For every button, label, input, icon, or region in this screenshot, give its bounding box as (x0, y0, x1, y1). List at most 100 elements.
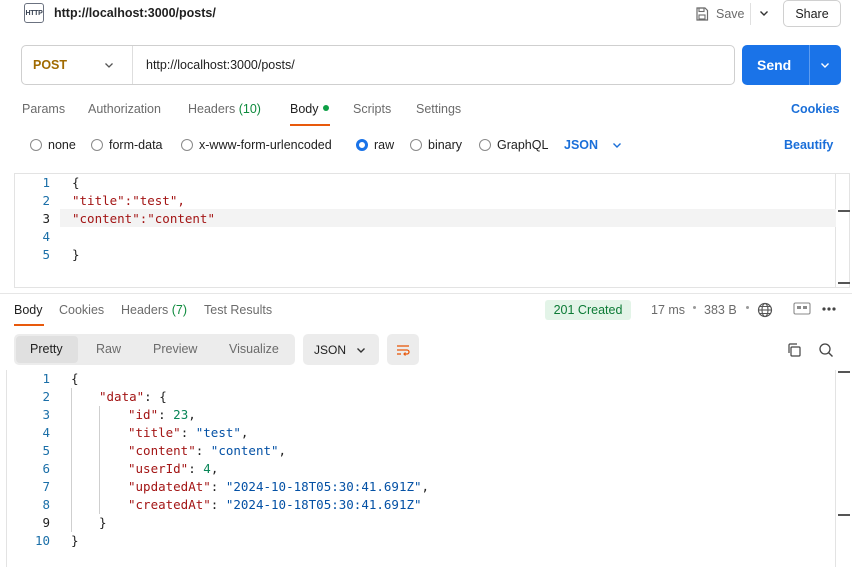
save-divider (750, 3, 751, 25)
json-key: "userId" (128, 461, 189, 476)
tab-label: Settings (416, 102, 462, 116)
request-title[interactable]: http://localhost:3000/posts/ (54, 6, 216, 20)
request-code[interactable]: 1 { 2 "title":"test", 3 "content":"content"… (12, 174, 215, 264)
view-mode-preview[interactable]: Preview (153, 342, 197, 356)
tab-label: Scripts (353, 102, 392, 116)
radio-button[interactable] (410, 139, 422, 151)
response-save-icon[interactable] (793, 302, 811, 316)
line-number: 3 (42, 211, 50, 226)
method-select[interactable]: POST (33, 58, 67, 72)
tab-body[interactable]: Body (290, 102, 329, 116)
body-format-select[interactable]: JSON (564, 138, 624, 152)
scrollbar-marker (838, 514, 850, 516)
beautify-button[interactable]: Beautify (784, 138, 833, 152)
body-type-binary[interactable]: binary (410, 138, 462, 152)
radio-button[interactable] (30, 139, 42, 151)
resp-tab-test-results[interactable]: Test Results (204, 303, 272, 317)
code-text: } (99, 515, 107, 530)
json-key: "updatedAt" (128, 479, 211, 494)
modified-dot (322, 105, 329, 111)
chevron-down-icon[interactable] (818, 58, 832, 72)
view-mode-visualize[interactable]: Visualize (229, 342, 279, 356)
json-value: "test" (195, 425, 241, 440)
save-icon (696, 7, 709, 21)
radio-label: GraphQL (497, 138, 549, 152)
body-type-raw[interactable]: raw (356, 138, 394, 152)
resp-tab-headers[interactable]: Headers (7) (121, 303, 187, 317)
code-text: { (72, 175, 80, 190)
tab-label: Headers (188, 102, 236, 116)
code-line: 4 "title": "test", (12, 424, 429, 442)
code-line: 5 "content": "content", (12, 442, 429, 460)
body-type-form-data[interactable]: form-data (91, 138, 163, 152)
line-number: 1 (42, 175, 50, 190)
radio-button[interactable] (479, 139, 491, 151)
share-button[interactable]: Share (783, 0, 841, 27)
chevron-down-icon[interactable] (757, 6, 771, 20)
line-number: 4 (42, 425, 50, 440)
radio-button[interactable] (91, 139, 103, 151)
tab-scripts[interactable]: Scripts (353, 102, 391, 116)
code-line: 2 "data": { (12, 388, 429, 406)
body-type-graphql[interactable]: GraphQL (479, 138, 548, 152)
headers-count: (10) (238, 102, 261, 116)
send-label[interactable]: Send (757, 57, 791, 73)
radio-label: form-data (109, 138, 163, 152)
tab-label: Headers (121, 303, 169, 317)
line-number: 5 (42, 247, 50, 262)
tab-label: Test Results (204, 303, 273, 317)
code-line: 3 "content":"content" (12, 210, 215, 228)
tab-params[interactable]: Params (22, 102, 65, 116)
code-line: 6 "userId": 4, (12, 460, 429, 478)
headers-count: (7) (171, 303, 188, 317)
response-code[interactable]: 1{ 2 "data": { 3 "id": 23, 4 "title": "test… (12, 370, 429, 550)
copy-icon[interactable] (786, 342, 802, 358)
resp-tab-body[interactable]: Body (14, 303, 43, 317)
cookies-link[interactable]: Cookies (791, 102, 840, 116)
line-number: 8 (42, 497, 50, 512)
radio-label: binary (428, 138, 463, 152)
response-size[interactable]: 383 B (704, 303, 737, 317)
code-text: "content":"content" (72, 211, 215, 226)
editor-border (6, 370, 7, 567)
code-line: 9} (12, 514, 429, 532)
tab-label: Authorization (88, 102, 161, 116)
search-icon[interactable] (818, 342, 834, 358)
code-line: 7 "updatedAt": "2024-10-18T05:30:41.691Z"… (12, 478, 429, 496)
resp-tab-cookies[interactable]: Cookies (59, 303, 104, 317)
url-input[interactable]: http://localhost:3000/posts/ (146, 58, 295, 72)
meta-separator-dot (693, 306, 696, 309)
body-type-none[interactable]: none (30, 138, 76, 152)
code-text: "title":"test", (72, 193, 185, 208)
json-key: "data" (99, 389, 145, 404)
chevron-down-icon (357, 348, 365, 353)
json-value: 23 (173, 407, 189, 422)
view-mode-pretty[interactable]: Pretty (30, 342, 63, 356)
chevron-down-icon[interactable] (102, 58, 116, 72)
radio-label: x-www-form-urlencoded (199, 138, 332, 152)
tab-authorization[interactable]: Authorization (88, 102, 161, 116)
response-time[interactable]: 17 ms (651, 303, 685, 317)
view-mode-raw[interactable]: Raw (96, 342, 121, 356)
code-line: 2 "title":"test", (12, 192, 215, 210)
url-divider (132, 46, 133, 84)
body-type-urlencoded[interactable]: x-www-form-urlencoded (181, 138, 332, 152)
status-badge[interactable]: 201 Created (545, 300, 631, 320)
scrollbar-marker (838, 282, 850, 284)
json-value: "2024-10-18T05:30:41.691Z" (225, 479, 422, 494)
line-number: 1 (42, 371, 50, 386)
pane-separator[interactable] (0, 293, 852, 294)
radio-button[interactable] (181, 139, 193, 151)
line-number: 7 (42, 479, 50, 494)
globe-icon[interactable] (757, 302, 773, 318)
tab-settings[interactable]: Settings (416, 102, 461, 116)
active-tab-indicator (14, 324, 44, 326)
json-value: 4 (203, 461, 211, 476)
tab-label: Body (14, 303, 43, 317)
http-file-icon: HTTP (24, 3, 44, 23)
more-icon[interactable] (821, 305, 837, 313)
line-number: 9 (42, 515, 50, 530)
tab-headers[interactable]: Headers (10) (188, 102, 261, 116)
save-label: Save (716, 7, 745, 21)
radio-button-selected[interactable] (356, 139, 368, 151)
